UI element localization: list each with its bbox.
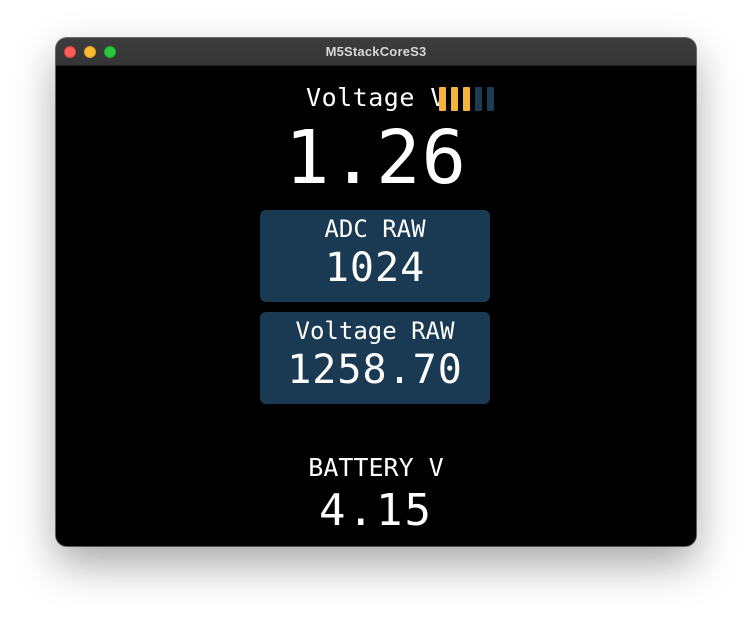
battery-label: BATTERY V: [308, 453, 444, 482]
level-segment-4: [475, 87, 482, 111]
level-segment-1: [439, 87, 446, 111]
voltage-label: Voltage V: [306, 83, 446, 112]
level-segment-5: [487, 87, 494, 111]
battery-value: 4.15: [319, 485, 433, 536]
level-segment-3: [463, 87, 470, 111]
title-bar[interactable]: M5StackCoreS3: [56, 38, 696, 66]
window-title: M5StackCoreS3: [325, 44, 427, 59]
app-window: M5StackCoreS3 Voltage V 1.26 ADC RAW 102…: [56, 38, 696, 546]
voltage-raw-label: Voltage RAW: [295, 317, 455, 345]
adc-raw-value: 1024: [324, 245, 426, 291]
voltage-raw-panel: Voltage RAW 1258.70: [260, 312, 490, 404]
adc-raw-panel: ADC RAW 1024: [260, 210, 490, 302]
voltage-level-meter: [439, 87, 499, 111]
voltage-raw-value: 1258.70: [287, 347, 463, 393]
level-segment-2: [451, 87, 458, 111]
device-screen: Voltage V 1.26 ADC RAW 1024 Voltage RAW …: [56, 66, 696, 546]
voltage-value: 1.26: [284, 115, 468, 201]
adc-raw-label: ADC RAW: [324, 215, 426, 243]
